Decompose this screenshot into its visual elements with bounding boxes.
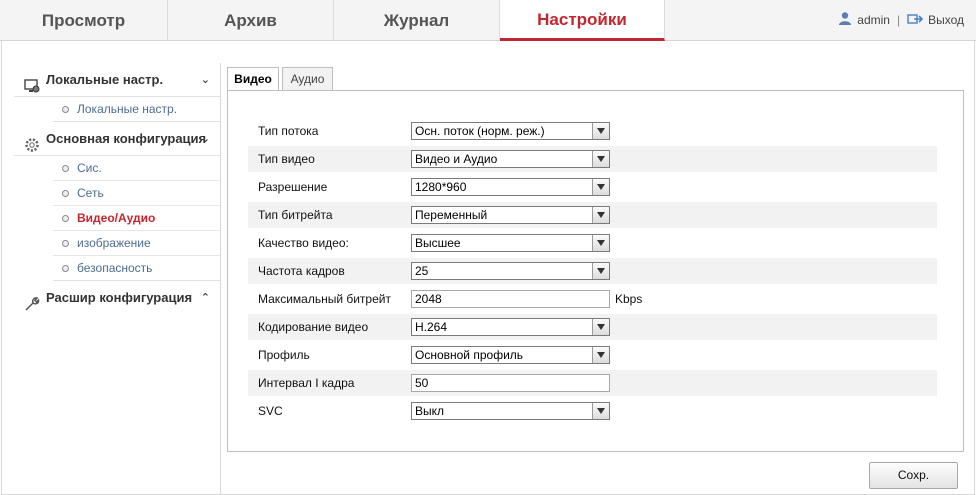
field-label: Профиль: [258, 348, 310, 362]
sidebar-section-basic[interactable]: Основная конфигурация ⌄: [14, 122, 220, 156]
gear-icon: [24, 132, 40, 152]
sidebar-item-video-audio[interactable]: Видео/Аудио: [53, 206, 220, 231]
tab-configuration[interactable]: Настройки: [500, 0, 665, 41]
chevron-up-icon[interactable]: ⌃: [201, 281, 210, 315]
row-profile: Профиль Основной профиль: [248, 342, 937, 368]
dropdown-arrow-icon[interactable]: [592, 235, 609, 251]
dropdown-arrow-icon[interactable]: [592, 263, 609, 279]
row-i-frame-interval: Интервал I кадра 50: [248, 370, 937, 396]
user-icon: [838, 1, 852, 41]
sidebar-item-local-settings[interactable]: Локальные настр.: [53, 97, 220, 122]
sidebar-section-title: Основная конфигурация: [46, 131, 207, 146]
tab-live-view[interactable]: Просмотр: [0, 0, 168, 41]
row-svc: SVC Выкл: [248, 398, 937, 424]
video-settings-panel: Тип потока Осн. поток (норм. реж.) Тип в…: [227, 90, 964, 452]
profile-select[interactable]: Основной профиль: [411, 346, 610, 364]
dropdown-arrow-icon[interactable]: [592, 207, 609, 223]
user-separator: |: [896, 13, 901, 27]
sidebar-item-label: безопасность: [77, 261, 153, 275]
field-label: Интервал I кадра: [258, 376, 355, 390]
wrench-icon: [24, 291, 40, 311]
field-label: Максимальный битрейт: [258, 292, 391, 306]
sidebar-section-advanced[interactable]: Расшир конфигурация ⌃: [14, 281, 220, 315]
sidebar-item-label: Видео/Аудио: [77, 211, 156, 225]
max-bitrate-input[interactable]: 2048: [411, 290, 610, 308]
bitrate-unit: Kbps: [615, 292, 643, 306]
sidebar-item-security[interactable]: безопасность: [53, 256, 220, 281]
save-button[interactable]: Сохр.: [869, 462, 958, 489]
select-value: H.264: [415, 320, 448, 334]
row-max-bitrate: Максимальный битрейт 2048 Kbps: [248, 286, 937, 312]
select-value: Выкл: [415, 404, 445, 418]
frame-rate-select[interactable]: 25: [411, 262, 610, 280]
dropdown-arrow-icon[interactable]: [592, 179, 609, 195]
sidebar-item-label: Локальные настр.: [77, 102, 178, 116]
field-label: Разрешение: [258, 180, 328, 194]
video-quality-select[interactable]: Высшее: [411, 234, 610, 252]
sidebar-item-image[interactable]: изображение: [53, 231, 220, 256]
field-label: Тип видео: [258, 152, 315, 166]
bullet-icon: [62, 240, 69, 247]
sidebar-section-local[interactable]: Локальные настр. ⌄: [14, 63, 220, 97]
select-value: Видео и Аудио: [415, 152, 498, 166]
sidebar-item-system[interactable]: Сис.: [53, 156, 220, 181]
row-stream-type: Тип потока Осн. поток (норм. реж.): [248, 118, 937, 144]
resolution-select[interactable]: 1280*960: [411, 178, 610, 196]
select-value: 1280*960: [415, 180, 467, 194]
row-video-quality: Качество видео: Высшее: [248, 230, 937, 256]
select-value: 25: [415, 264, 429, 278]
username[interactable]: admin: [857, 13, 890, 27]
field-label: Качество видео:: [258, 236, 349, 250]
top-navigation: Просмотр Архив Журнал Настройки admin | В…: [0, 0, 976, 41]
video-type-select[interactable]: Видео и Аудио: [411, 150, 610, 168]
tab-log[interactable]: Журнал: [334, 0, 500, 41]
dropdown-arrow-icon[interactable]: [592, 403, 609, 419]
sidebar-section-title: Локальные настр.: [46, 72, 164, 87]
tab-video[interactable]: Видео: [227, 67, 279, 91]
logout-icon[interactable]: [907, 1, 924, 41]
stream-type-select[interactable]: Осн. поток (норм. реж.): [411, 122, 610, 140]
logout-link[interactable]: Выход: [928, 13, 964, 27]
tab-audio[interactable]: Аудио: [282, 67, 333, 91]
bullet-icon: [62, 215, 69, 222]
row-resolution: Разрешение 1280*960: [248, 174, 937, 200]
field-label: SVC: [258, 404, 283, 418]
sidebar-item-label: Сеть: [77, 186, 104, 200]
monitor-settings-icon: [24, 73, 40, 93]
select-value: Высшее: [415, 236, 461, 250]
field-label: Частота кадров: [258, 264, 345, 278]
dropdown-arrow-icon[interactable]: [592, 319, 609, 335]
row-video-encoding: Кодирование видео H.264: [248, 314, 937, 340]
sidebar-item-label: изображение: [77, 236, 151, 250]
dropdown-arrow-icon[interactable]: [592, 347, 609, 363]
field-label: Тип потока: [258, 124, 319, 138]
bitrate-type-select[interactable]: Переменный: [411, 206, 610, 224]
chevron-down-icon[interactable]: ⌄: [201, 63, 210, 97]
tab-playback[interactable]: Архив: [168, 0, 334, 41]
bullet-icon: [62, 190, 69, 197]
chevron-down-icon[interactable]: ⌄: [201, 122, 210, 156]
bullet-icon: [62, 165, 69, 172]
row-frame-rate: Частота кадров 25: [248, 258, 937, 284]
sidebar-item-label: Сис.: [77, 161, 102, 175]
svc-select[interactable]: Выкл: [411, 402, 610, 420]
sidebar-section-title: Расшир конфигурация: [46, 290, 193, 305]
bullet-icon: [62, 265, 69, 272]
user-area: admin | Выход: [838, 0, 964, 41]
row-video-type: Тип видео Видео и Аудио: [248, 146, 937, 172]
select-value: Осн. поток (норм. реж.): [415, 124, 545, 138]
dropdown-arrow-icon[interactable]: [592, 123, 609, 139]
dropdown-arrow-icon[interactable]: [592, 151, 609, 167]
video-encoding-select[interactable]: H.264: [411, 318, 610, 336]
select-value: Основной профиль: [415, 348, 524, 362]
row-bitrate-type: Тип битрейта Переменный: [248, 202, 937, 228]
bullet-icon: [62, 106, 69, 113]
field-label: Тип битрейта: [258, 208, 333, 222]
select-value: Переменный: [415, 208, 488, 222]
i-frame-interval-input[interactable]: 50: [411, 374, 610, 392]
field-label: Кодирование видео: [258, 320, 369, 334]
sidebar-item-network[interactable]: Сеть: [53, 181, 220, 206]
sidebar: Локальные настр. ⌄ Локальные настр. Осно…: [14, 63, 221, 495]
